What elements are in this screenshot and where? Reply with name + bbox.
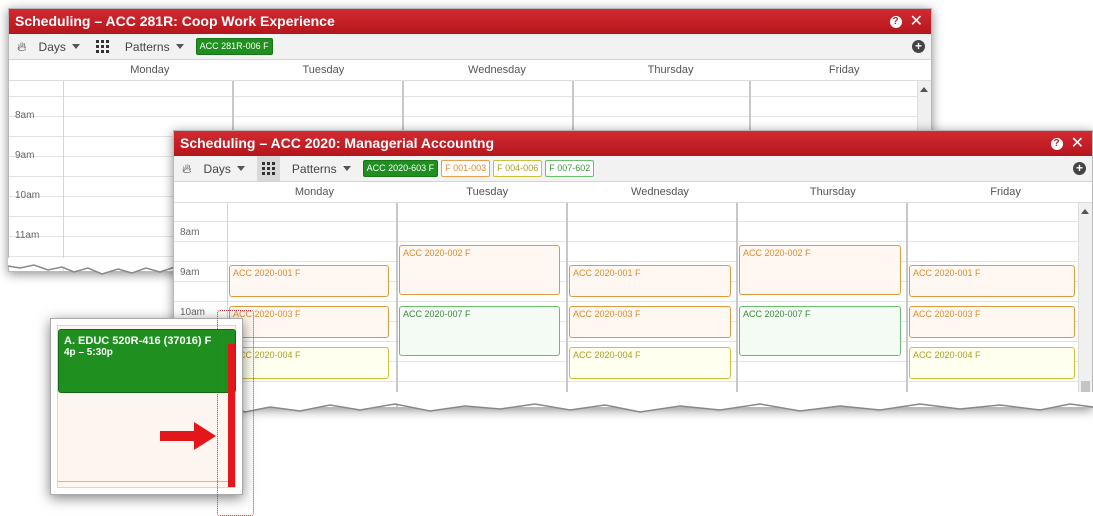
- help-icon[interactable]: ?: [889, 15, 902, 28]
- calendar-event[interactable]: ACC 2020-003 F: [569, 306, 731, 338]
- days-label: Days: [38, 39, 66, 54]
- time-label: 10am: [15, 190, 41, 201]
- day-header: Friday: [828, 64, 860, 76]
- pattern-chip[interactable]: F 004-006: [493, 160, 543, 177]
- time-label: 9am: [15, 150, 35, 161]
- calendar-event[interactable]: ACC 2020-001 F: [229, 265, 389, 297]
- scroll-up-icon[interactable]: [920, 87, 928, 92]
- day-header: Thursday: [647, 64, 694, 76]
- vertical-scrollbar[interactable]: [1078, 203, 1092, 407]
- grid-view-icon[interactable]: [256, 156, 280, 181]
- patterns-label: Patterns: [291, 161, 337, 176]
- help-icon[interactable]: ?: [1050, 137, 1063, 150]
- event-time: 4p – 5:30p: [64, 347, 113, 358]
- add-circle-icon[interactable]: +: [1073, 162, 1086, 175]
- scroll-up-icon[interactable]: [1081, 209, 1089, 214]
- caret-down-icon: [71, 44, 80, 49]
- pattern-chip[interactable]: F 001-003: [441, 160, 491, 177]
- toolbar: 🔥︎ Days Patterns ACC 2020-603 F F 001-00…: [174, 156, 1092, 182]
- scheduling-window-front: Scheduling – ACC 2020: Managerial Accoun…: [173, 130, 1093, 408]
- day-header: Tuesday: [302, 64, 345, 76]
- pattern-chip[interactable]: F 007-602: [545, 160, 595, 177]
- toolbar: 🔥︎ Days Patterns ACC 281R-006 F +: [9, 34, 931, 60]
- days-dropdown[interactable]: Days: [204, 162, 245, 176]
- day-header: Monday: [294, 186, 334, 198]
- calendar-event[interactable]: ACC 2020-001 F: [909, 265, 1075, 297]
- section-chip[interactable]: ACC 281R-006 F: [195, 38, 273, 55]
- section-chip[interactable]: ACC 2020-603 F: [362, 160, 439, 177]
- calendar-grid: 8am 9am 10am ACC 2020-001 F ACC 2020-003…: [174, 203, 1092, 407]
- day-header-row: Monday Tuesday Wednesday Thursday Friday: [174, 182, 1092, 203]
- calendar-event[interactable]: ACC 2020-007 F: [739, 306, 901, 356]
- screenshot-stage: Scheduling – ACC 281R: Coop Work Experie…: [0, 0, 1093, 516]
- red-arrow-icon: [160, 422, 216, 450]
- highlighted-event[interactable]: A. EDUC 520R-416 (37016) F 4p – 5:30p: [58, 329, 236, 393]
- fire-icon[interactable]: 🔥︎: [182, 161, 192, 177]
- window-titlebar: Scheduling – ACC 2020: Managerial Accoun…: [174, 131, 1092, 156]
- time-label: 8am: [15, 110, 35, 121]
- day-header: Thursday: [809, 186, 856, 198]
- calendar-event[interactable]: ACC 2020-001 F: [569, 265, 731, 297]
- close-icon[interactable]: ✕: [910, 9, 923, 34]
- calendar-event[interactable]: ACC 2020-004 F: [569, 347, 731, 379]
- day-header: Friday: [990, 186, 1021, 198]
- window-title: Scheduling – ACC 2020: Managerial Accoun…: [180, 135, 495, 151]
- day-header: Monday: [130, 64, 170, 76]
- zoom-callout: A. EDUC 520R-416 (37016) F 4p – 5:30p: [50, 318, 243, 495]
- day-header-row: Monday Tuesday Wednesday Thursday Friday: [9, 60, 931, 81]
- patterns-label: Patterns: [124, 39, 170, 54]
- close-icon[interactable]: ✕: [1071, 131, 1084, 156]
- caret-down-icon: [342, 166, 351, 171]
- fire-icon[interactable]: 🔥︎: [17, 39, 27, 55]
- calendar-event[interactable]: ACC 2020-004 F: [909, 347, 1075, 379]
- patterns-dropdown[interactable]: Patterns: [125, 40, 184, 54]
- day-header: Tuesday: [466, 186, 509, 198]
- patterns-dropdown[interactable]: Patterns: [292, 162, 351, 176]
- time-label: 11am: [15, 230, 40, 241]
- caret-down-icon: [175, 44, 184, 49]
- event-title: A. EDUC 520R-416 (37016) F: [64, 335, 212, 347]
- window-title: Scheduling – ACC 281R: Coop Work Experie…: [15, 13, 335, 29]
- add-circle-icon[interactable]: +: [912, 40, 925, 53]
- dotted-highlight-box: [217, 310, 254, 516]
- calendar-event[interactable]: ACC 2020-007 F: [399, 306, 560, 356]
- grid-view-icon[interactable]: [92, 36, 113, 57]
- time-label: 9am: [180, 267, 200, 278]
- calendar-event[interactable]: ACC 2020-002 F: [399, 245, 560, 295]
- days-dropdown[interactable]: Days: [39, 40, 80, 54]
- zoom-calendar-cell: A. EDUC 520R-416 (37016) F 4p – 5:30p: [57, 325, 236, 488]
- day-header: Wednesday: [631, 186, 689, 198]
- scroll-thumb[interactable]: [1081, 381, 1090, 405]
- time-label: 8am: [180, 227, 200, 238]
- window-titlebar: Scheduling – ACC 281R: Coop Work Experie…: [9, 9, 931, 34]
- caret-down-icon: [236, 166, 245, 171]
- calendar-event[interactable]: ACC 2020-002 F: [739, 245, 901, 295]
- day-header: Wednesday: [468, 64, 526, 76]
- days-label: Days: [203, 161, 231, 176]
- time-label: 10am: [180, 307, 206, 318]
- calendar-event[interactable]: ACC 2020-003 F: [909, 306, 1075, 338]
